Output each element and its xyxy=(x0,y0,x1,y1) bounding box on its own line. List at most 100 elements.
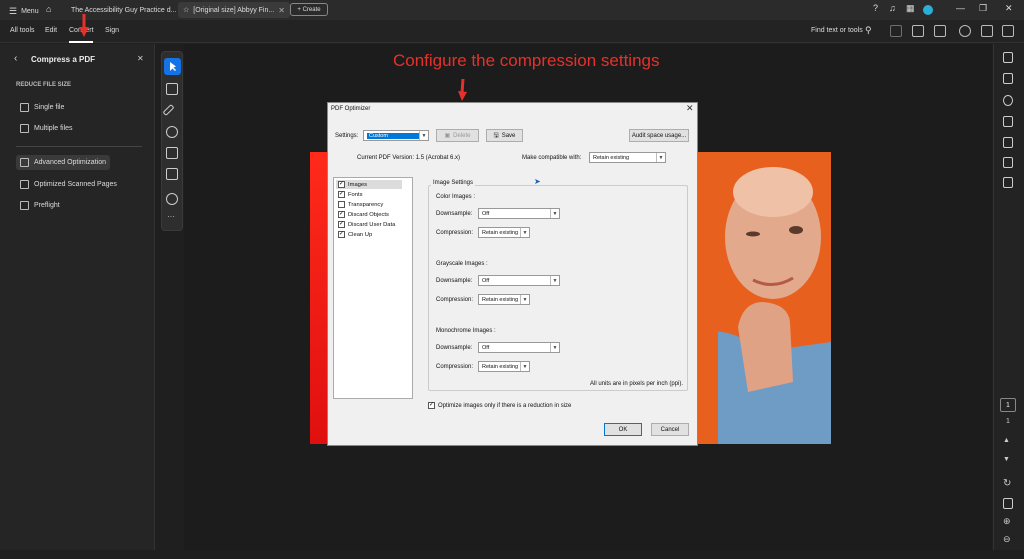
gray-downsample-select[interactable]: Off ▼ xyxy=(478,275,560,286)
compat-select[interactable]: Retain existing ▼ xyxy=(589,152,666,163)
restore-icon[interactable]: ❐ xyxy=(979,3,987,14)
checkbox[interactable]: ✓ xyxy=(338,211,345,218)
preflight-icon xyxy=(20,201,29,210)
attachments-icon[interactable] xyxy=(1003,95,1013,106)
find-text-label[interactable]: Find text or tools xyxy=(811,27,863,34)
menu-button[interactable]: ☰ Menu xyxy=(9,6,39,17)
audit-space-button[interactable]: Audit space usage... xyxy=(629,129,689,142)
checkbox[interactable] xyxy=(338,201,345,208)
text-tool-icon[interactable] xyxy=(166,147,178,159)
zoom-out-icon[interactable]: ⊖ xyxy=(1003,534,1011,545)
list-item-transparency[interactable]: Transparency xyxy=(338,201,383,208)
save-file-icon[interactable] xyxy=(890,25,902,37)
comment-tool-icon[interactable] xyxy=(166,83,178,95)
gray-downsample-label: Downsample: xyxy=(436,278,473,284)
red-arrow-icon xyxy=(79,14,89,37)
optimized-scanned-item[interactable]: Optimized Scanned Pages xyxy=(20,180,117,189)
mono-compression-select[interactable]: Retain existing ▼ xyxy=(478,361,530,372)
checkbox[interactable]: ✓ xyxy=(338,231,345,238)
panel-close-icon[interactable]: ✕ xyxy=(137,54,144,63)
list-item-discard-user-data[interactable]: ✓ Discard User Data xyxy=(338,221,395,228)
apps-grid-icon[interactable]: ▦ xyxy=(906,3,915,14)
dialog-title: PDF Optimizer xyxy=(331,106,371,112)
chevron-down-icon: ▼ xyxy=(520,295,529,304)
optimize-icon xyxy=(20,158,29,167)
upload-icon[interactable] xyxy=(912,25,924,37)
gray-compression-select[interactable]: Retain existing ▼ xyxy=(478,294,530,305)
save-button[interactable]: 🖫 Save xyxy=(486,129,523,142)
pages-icon[interactable] xyxy=(1003,116,1013,127)
person-photo xyxy=(718,152,831,444)
rotate-icon[interactable]: ↻ xyxy=(1003,478,1011,489)
mouse-cursor-icon: ➤ xyxy=(534,177,541,186)
layers-icon[interactable] xyxy=(1003,137,1013,148)
settings-label: Settings: xyxy=(335,133,359,139)
list-item-clean-up[interactable]: ✓ Clean Up xyxy=(338,231,372,238)
share-icon[interactable] xyxy=(959,25,971,37)
create-button[interactable]: + Create xyxy=(290,3,328,16)
color-compression-select[interactable]: Retain existing ▼ xyxy=(478,227,530,238)
print-icon[interactable] xyxy=(934,25,946,37)
units-note: All units are in pixels per inch (ppi). xyxy=(590,381,684,387)
help-icon[interactable]: ? xyxy=(873,3,878,13)
checkbox[interactable]: ✓ xyxy=(338,221,345,228)
search-icon[interactable]: ⚲ xyxy=(865,25,872,36)
fit-page-icon[interactable] xyxy=(1003,498,1013,509)
optimize-only-checkbox[interactable]: ✓ Optimize images only if there is a redu… xyxy=(428,402,571,409)
tab-abbyy[interactable]: ☆ [Original size] Abbyy Fin... ✕ xyxy=(178,2,290,18)
dialog-close-icon[interactable]: ✕ xyxy=(686,103,694,114)
settings-select[interactable]: Custom ▼ xyxy=(363,130,429,141)
comments-icon[interactable] xyxy=(1003,52,1013,63)
page-down-icon[interactable]: ▼ xyxy=(1003,456,1010,463)
checkbox[interactable]: ✓ xyxy=(428,402,435,409)
monochrome-images-label: Monochrome Images : xyxy=(436,328,496,334)
avatar[interactable] xyxy=(923,5,933,15)
multiple-files-item[interactable]: Multiple files xyxy=(20,124,73,133)
menu-all-tools[interactable]: All tools xyxy=(10,27,35,34)
more-tools-icon[interactable]: ··· xyxy=(167,212,175,221)
pdf-page-red-edge xyxy=(310,152,328,444)
file-icon xyxy=(20,103,29,112)
color-downsample-select[interactable]: Off ▼ xyxy=(478,208,560,219)
checkbox[interactable]: ✓ xyxy=(338,181,345,188)
ok-button[interactable]: OK xyxy=(604,423,642,436)
advanced-optimization-item[interactable]: Advanced Optimization xyxy=(20,158,106,167)
back-arrow-icon[interactable]: ‹ xyxy=(14,53,17,64)
bell-icon[interactable]: ♫ xyxy=(889,3,896,13)
cancel-button[interactable]: Cancel xyxy=(651,423,689,436)
tags-icon[interactable] xyxy=(1003,157,1013,168)
list-item-fonts[interactable]: ✓ Fonts xyxy=(338,191,363,198)
checkbox[interactable]: ✓ xyxy=(338,191,345,198)
chevron-down-icon: ▼ xyxy=(520,362,529,371)
select-tool-icon[interactable] xyxy=(164,58,181,75)
zoom-in-icon[interactable]: ⊕ xyxy=(1003,516,1011,527)
home-icon[interactable]: ⌂ xyxy=(46,4,51,14)
delete-button[interactable]: ▣ Delete xyxy=(436,129,479,142)
close-tab-icon[interactable]: ✕ xyxy=(278,6,285,15)
list-item-discard-objects[interactable]: ✓ Discard Objects xyxy=(338,211,389,218)
link-icon[interactable] xyxy=(981,25,993,37)
list-item-images[interactable]: ✓ Images xyxy=(338,181,367,188)
check-tool-icon[interactable] xyxy=(166,193,178,205)
red-arrow-icon xyxy=(458,79,467,101)
menu-edit[interactable]: Edit xyxy=(45,27,57,34)
annotation-caption: Configure the compression settings xyxy=(393,51,660,70)
menu-sign[interactable]: Sign xyxy=(105,27,119,34)
window-close-icon[interactable]: ✕ xyxy=(1005,3,1013,14)
grayscale-images-label: Grayscale Images : xyxy=(436,261,488,267)
minimize-icon[interactable]: — xyxy=(956,3,965,13)
star-icon[interactable]: ☆ xyxy=(183,6,189,14)
bookmarks-icon[interactable] xyxy=(1003,73,1013,84)
preflight-item[interactable]: Preflight xyxy=(20,201,60,210)
single-file-item[interactable]: Single file xyxy=(20,103,64,112)
accessibility-icon[interactable] xyxy=(1003,177,1013,188)
divider xyxy=(16,146,142,147)
mono-downsample-select[interactable]: Off ▼ xyxy=(478,342,560,353)
chevron-down-icon: ▼ xyxy=(656,153,665,162)
trash-icon: ▣ xyxy=(444,133,451,139)
page-up-icon[interactable]: ▲ xyxy=(1003,437,1010,444)
email-icon[interactable] xyxy=(1002,25,1014,37)
sign-tool-icon[interactable] xyxy=(166,168,178,180)
lasso-tool-icon[interactable] xyxy=(166,126,178,138)
page-number-input[interactable]: 1 xyxy=(1000,398,1016,412)
